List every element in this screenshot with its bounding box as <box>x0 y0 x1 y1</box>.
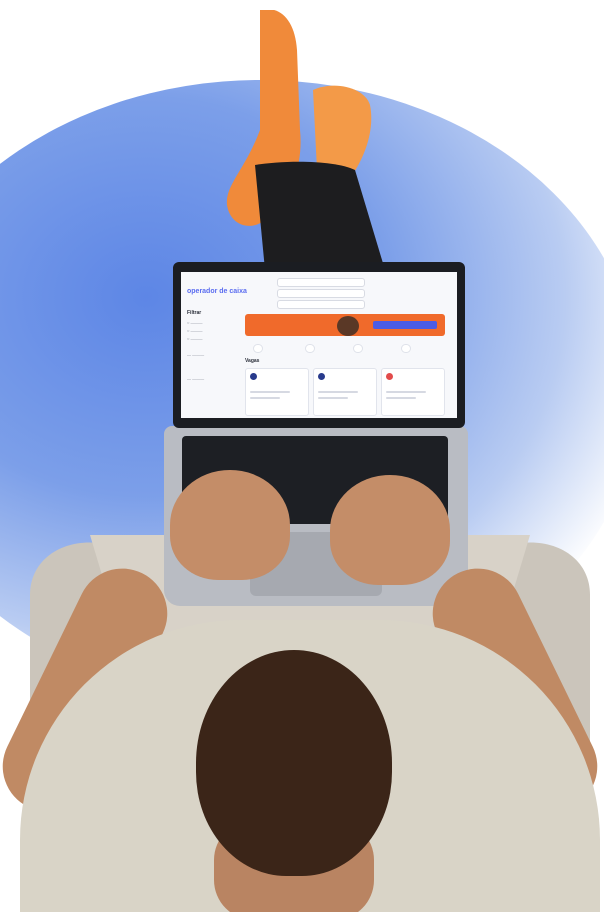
text-line <box>318 391 358 393</box>
banner-button <box>373 321 437 329</box>
text-line <box>250 391 290 393</box>
search-field <box>277 278 365 287</box>
chip-4 <box>401 344 411 353</box>
company-logo <box>386 373 393 380</box>
filter-heading: Filtrar <box>187 310 202 316</box>
filter-option: ○ ——— <box>187 336 203 341</box>
right-hand <box>330 475 450 585</box>
chip-1 <box>253 344 263 353</box>
job-card <box>245 368 309 416</box>
filter-option: ○ ——— <box>187 328 203 333</box>
section-heading-jobs: Vagas <box>245 358 260 364</box>
text-line <box>318 397 348 399</box>
company-logo <box>250 373 257 380</box>
text-line <box>386 397 416 399</box>
chip-2 <box>305 344 315 353</box>
left-hand <box>170 470 290 580</box>
filter-option: — ——— <box>187 352 205 357</box>
photo-scene: operador de caixa Filtrar ○ ——— ○ ——— ○ … <box>0 0 604 912</box>
crossed-legs-orange-socks <box>226 10 385 270</box>
chip-3 <box>353 344 363 353</box>
banner-person-photo <box>337 316 359 336</box>
filter-option: ○ ——— <box>187 320 203 325</box>
search-field-2 <box>277 289 365 298</box>
job-search-title: operador de caixa <box>187 288 247 295</box>
text-line <box>386 391 426 393</box>
search-field-3 <box>277 300 365 309</box>
head-hair <box>196 650 392 876</box>
promo-banner <box>245 314 445 336</box>
company-logo <box>318 373 325 380</box>
laptop-screen-content: operador de caixa Filtrar ○ ——— ○ ——— ○ … <box>181 272 457 418</box>
text-line <box>250 397 280 399</box>
job-card <box>313 368 377 416</box>
job-card <box>381 368 445 416</box>
filter-option: — ——— <box>187 376 205 381</box>
